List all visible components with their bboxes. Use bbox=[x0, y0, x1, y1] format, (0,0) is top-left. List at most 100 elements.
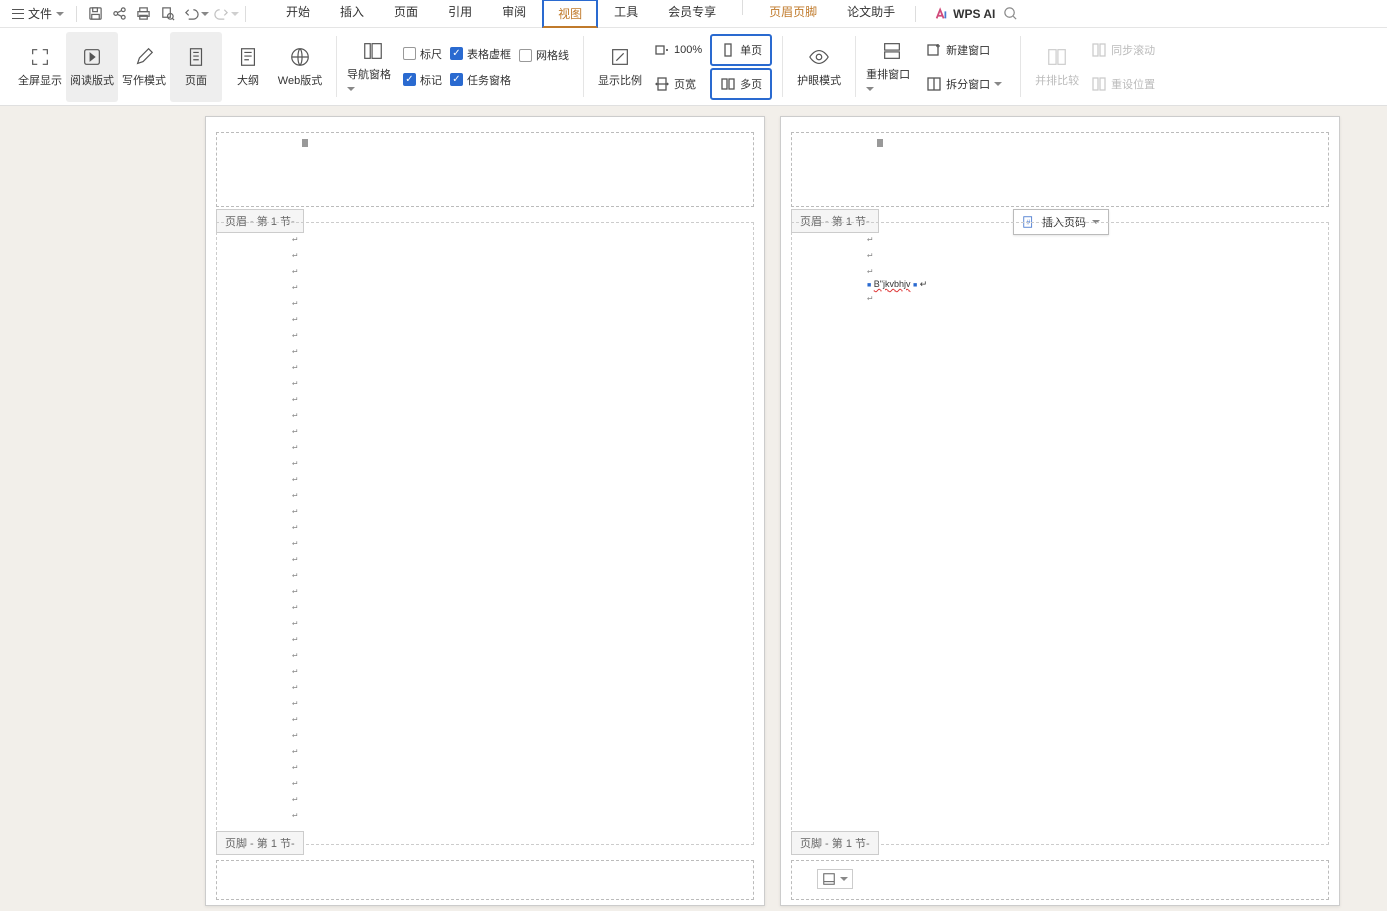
outline-icon bbox=[237, 46, 259, 68]
paragraph-marks: ↵↵↵↵↵↵↵↵↵↵↵↵↵↵↵↵↵↵↵↵↵↵↵↵↵↵↵↵↵↵↵↵↵↵↵↵↵ bbox=[292, 231, 678, 823]
redo-icon[interactable] bbox=[213, 6, 229, 22]
ruler-label: 标尺 bbox=[420, 46, 442, 62]
one-page-icon bbox=[720, 42, 736, 58]
save-icon[interactable] bbox=[87, 6, 103, 22]
tab-paper-assistant[interactable]: 论文助手 bbox=[833, 0, 909, 28]
footer-control[interactable] bbox=[817, 869, 853, 889]
undo-icon[interactable] bbox=[183, 6, 199, 22]
rearrange-icon bbox=[881, 40, 903, 62]
cursor-icon bbox=[302, 139, 308, 147]
fullscreen-label: 全屏显示 bbox=[18, 72, 62, 88]
page-1[interactable]: 页眉 - 第 1 节- ↵↵↵↵↵↵↵↵↵↵↵↵↵↵↵↵↵↵↵↵↵↵↵↵↵↵↵↵… bbox=[205, 116, 765, 906]
ai-label: WPS AI bbox=[953, 7, 995, 21]
nav-pane-button[interactable]: 导航窗格 bbox=[347, 32, 399, 102]
chevron-down-icon bbox=[840, 877, 848, 881]
gridlines-label: 网格线 bbox=[536, 47, 569, 63]
write-icon bbox=[133, 46, 155, 68]
one-page-button[interactable]: 单页 bbox=[710, 34, 772, 66]
side-by-side-label: 并排比较 bbox=[1035, 72, 1079, 88]
tab-start[interactable]: 开始 bbox=[272, 0, 324, 28]
fullscreen-button[interactable]: 全屏显示 bbox=[14, 32, 66, 102]
split-window-icon bbox=[926, 76, 942, 92]
table-frame-checkbox[interactable]: ✓表格虚框 bbox=[450, 46, 511, 62]
zoom-100-label: 100% bbox=[674, 44, 702, 56]
undo-dropdown-icon[interactable] bbox=[201, 12, 209, 16]
sync-scroll-icon bbox=[1091, 42, 1107, 58]
separator bbox=[245, 6, 246, 22]
cursor-icon bbox=[877, 139, 883, 147]
nav-pane-icon bbox=[362, 40, 384, 62]
fullscreen-icon bbox=[29, 46, 51, 68]
rearrange-label: 重排窗口 bbox=[866, 66, 918, 94]
page-width-button[interactable]: 页宽 bbox=[646, 68, 710, 100]
separator bbox=[855, 36, 856, 97]
body-zone: ↵ ↵ ↵ ■ B"jkvbhjv ■ ↵ ↵ bbox=[791, 222, 1329, 845]
new-window-label: 新建窗口 bbox=[946, 42, 990, 58]
side-by-side-button[interactable]: 并排比较 bbox=[1031, 32, 1083, 102]
page-view-button[interactable]: 页面 bbox=[170, 32, 222, 102]
footer-zone[interactable] bbox=[791, 860, 1329, 900]
zoom-group: 显示比例 100% 页宽 单页 多页 bbox=[588, 30, 778, 103]
rearrange-button[interactable]: 重排窗口 bbox=[866, 32, 918, 102]
share-icon[interactable] bbox=[111, 6, 127, 22]
separator bbox=[336, 36, 337, 97]
footer-zone[interactable] bbox=[216, 860, 754, 900]
tab-view[interactable]: 视图 bbox=[542, 0, 598, 28]
view-mode-group: 全屏显示 阅读版式 写作模式 页面 大纲 Web版式 bbox=[8, 30, 332, 103]
read-mode-button[interactable]: 阅读版式 bbox=[66, 32, 118, 102]
show-ratio-label: 显示比例 bbox=[598, 72, 642, 88]
web-icon bbox=[289, 46, 311, 68]
tab-tools[interactable]: 工具 bbox=[600, 0, 652, 28]
separator bbox=[76, 6, 77, 22]
hamburger-icon bbox=[12, 9, 24, 19]
side-by-side-icon bbox=[1046, 46, 1068, 68]
separator bbox=[742, 0, 743, 15]
new-window-icon bbox=[926, 42, 942, 58]
separator bbox=[583, 36, 584, 97]
footer-layout-icon bbox=[822, 872, 836, 886]
web-view-button[interactable]: Web版式 bbox=[274, 32, 326, 102]
tab-reference[interactable]: 引用 bbox=[434, 0, 486, 28]
footer-tag: 页脚 - 第 1 节- bbox=[791, 831, 879, 855]
menubar: 文件 开始 插入 页面 引用 审阅 视图 工具 会员专享 页眉页脚 论文助手 W… bbox=[0, 0, 1387, 28]
compare-group: 并排比较 同步滚动 重设位置 bbox=[1025, 30, 1169, 103]
multi-page-button[interactable]: 多页 bbox=[710, 68, 772, 100]
write-mode-button[interactable]: 写作模式 bbox=[118, 32, 170, 102]
multi-page-icon bbox=[720, 76, 736, 92]
redo-dropdown-icon[interactable] bbox=[231, 12, 239, 16]
gridlines-checkbox[interactable]: 网格线 bbox=[519, 47, 569, 63]
tab-insert[interactable]: 插入 bbox=[326, 0, 378, 28]
new-window-button[interactable]: 新建窗口 bbox=[918, 34, 1010, 66]
page-icon bbox=[185, 46, 207, 68]
window-group: 重排窗口 新建窗口 拆分窗口 bbox=[860, 30, 1016, 103]
file-label: 文件 bbox=[28, 5, 52, 22]
print-preview-icon[interactable] bbox=[159, 6, 175, 22]
eye-protect-button[interactable]: 护眼模式 bbox=[793, 32, 845, 102]
zoom-100-button[interactable]: 100% bbox=[646, 34, 710, 66]
show-group: 导航窗格 标尺 ✓标记 ✓表格虚框 ✓任务窗格 网格线 bbox=[341, 30, 579, 103]
search-icon[interactable] bbox=[1003, 6, 1018, 21]
wps-ai-button[interactable]: WPS AI bbox=[934, 7, 995, 21]
ruler-checkbox[interactable]: 标尺 bbox=[403, 46, 442, 62]
multi-page-label: 多页 bbox=[740, 76, 762, 92]
tab-review[interactable]: 审阅 bbox=[488, 0, 540, 28]
header-zone[interactable] bbox=[791, 132, 1329, 207]
show-ratio-button[interactable]: 显示比例 bbox=[594, 32, 646, 102]
markup-checkbox[interactable]: ✓标记 bbox=[403, 72, 442, 88]
outline-button[interactable]: 大纲 bbox=[222, 32, 274, 102]
file-menu-button[interactable]: 文件 bbox=[6, 3, 70, 24]
page-2[interactable]: 页眉 - 第 1 节- # 插入页码 ↵ ↵ ↵ ■ B"jkvbhjv ■ ↵… bbox=[780, 116, 1340, 906]
chevron-down-icon bbox=[56, 12, 64, 16]
ribbon: 全屏显示 阅读版式 写作模式 页面 大纲 Web版式 导航窗格 标 bbox=[0, 28, 1387, 106]
tab-header-footer[interactable]: 页眉页脚 bbox=[755, 0, 831, 28]
header-zone[interactable] bbox=[216, 132, 754, 207]
print-icon[interactable] bbox=[135, 6, 151, 22]
table-frame-label: 表格虚框 bbox=[467, 46, 511, 62]
separator bbox=[782, 36, 783, 97]
tab-member[interactable]: 会员专享 bbox=[654, 0, 730, 28]
split-window-button[interactable]: 拆分窗口 bbox=[918, 68, 1010, 100]
tab-page[interactable]: 页面 bbox=[380, 0, 432, 28]
zoom-100-icon bbox=[654, 42, 670, 58]
read-mode-label: 阅读版式 bbox=[70, 72, 114, 88]
task-pane-checkbox[interactable]: ✓任务窗格 bbox=[450, 72, 511, 88]
